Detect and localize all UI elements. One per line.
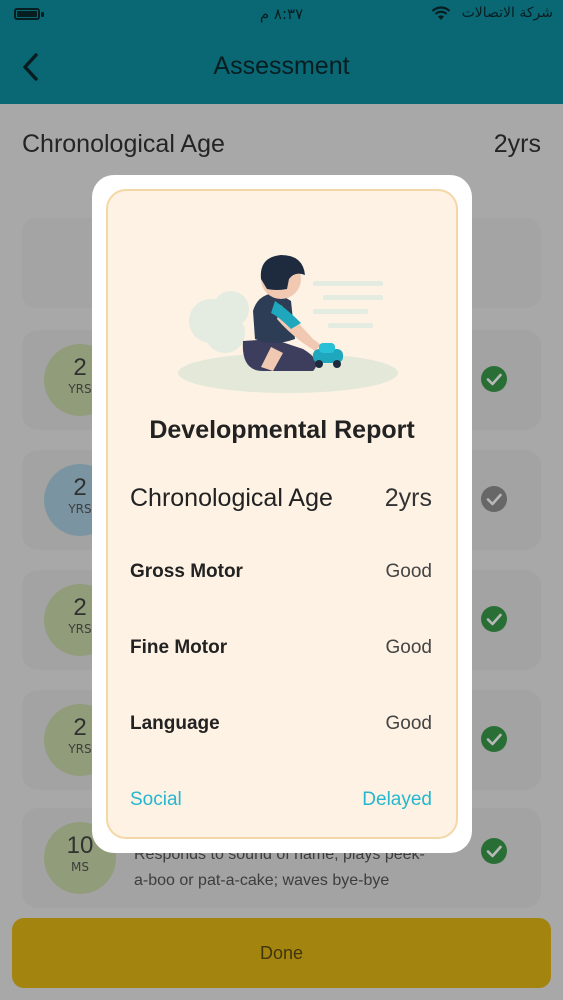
report-row-label: Fine Motor bbox=[130, 637, 228, 658]
report-row-value: Good bbox=[385, 637, 432, 658]
report-row-label: Language bbox=[130, 713, 220, 734]
report-row-label: Social bbox=[130, 789, 182, 810]
report-row-language: Language Good bbox=[130, 713, 432, 747]
report-row-value: Delayed bbox=[362, 789, 432, 810]
report-heading: Developmental Report bbox=[149, 416, 415, 444]
report-row-value: Good bbox=[385, 561, 432, 582]
report-age-label: Chronological Age bbox=[130, 484, 333, 512]
report-row-social: Social Delayed bbox=[130, 789, 432, 823]
report-row-label: Gross Motor bbox=[130, 561, 243, 582]
developmental-report-dialog: Developmental Report Chronological Age 2… bbox=[92, 175, 472, 853]
report-row-age: Chronological Age 2yrs bbox=[130, 484, 432, 518]
report-age-value: 2yrs bbox=[384, 484, 432, 512]
report-row-gross-motor: Gross Motor Good bbox=[130, 561, 432, 595]
report-card: Developmental Report Chronological Age 2… bbox=[106, 189, 458, 839]
report-row-fine-motor: Fine Motor Good bbox=[130, 637, 432, 671]
child-playing-illustration bbox=[178, 255, 398, 393]
report-row-value: Good bbox=[385, 713, 432, 734]
